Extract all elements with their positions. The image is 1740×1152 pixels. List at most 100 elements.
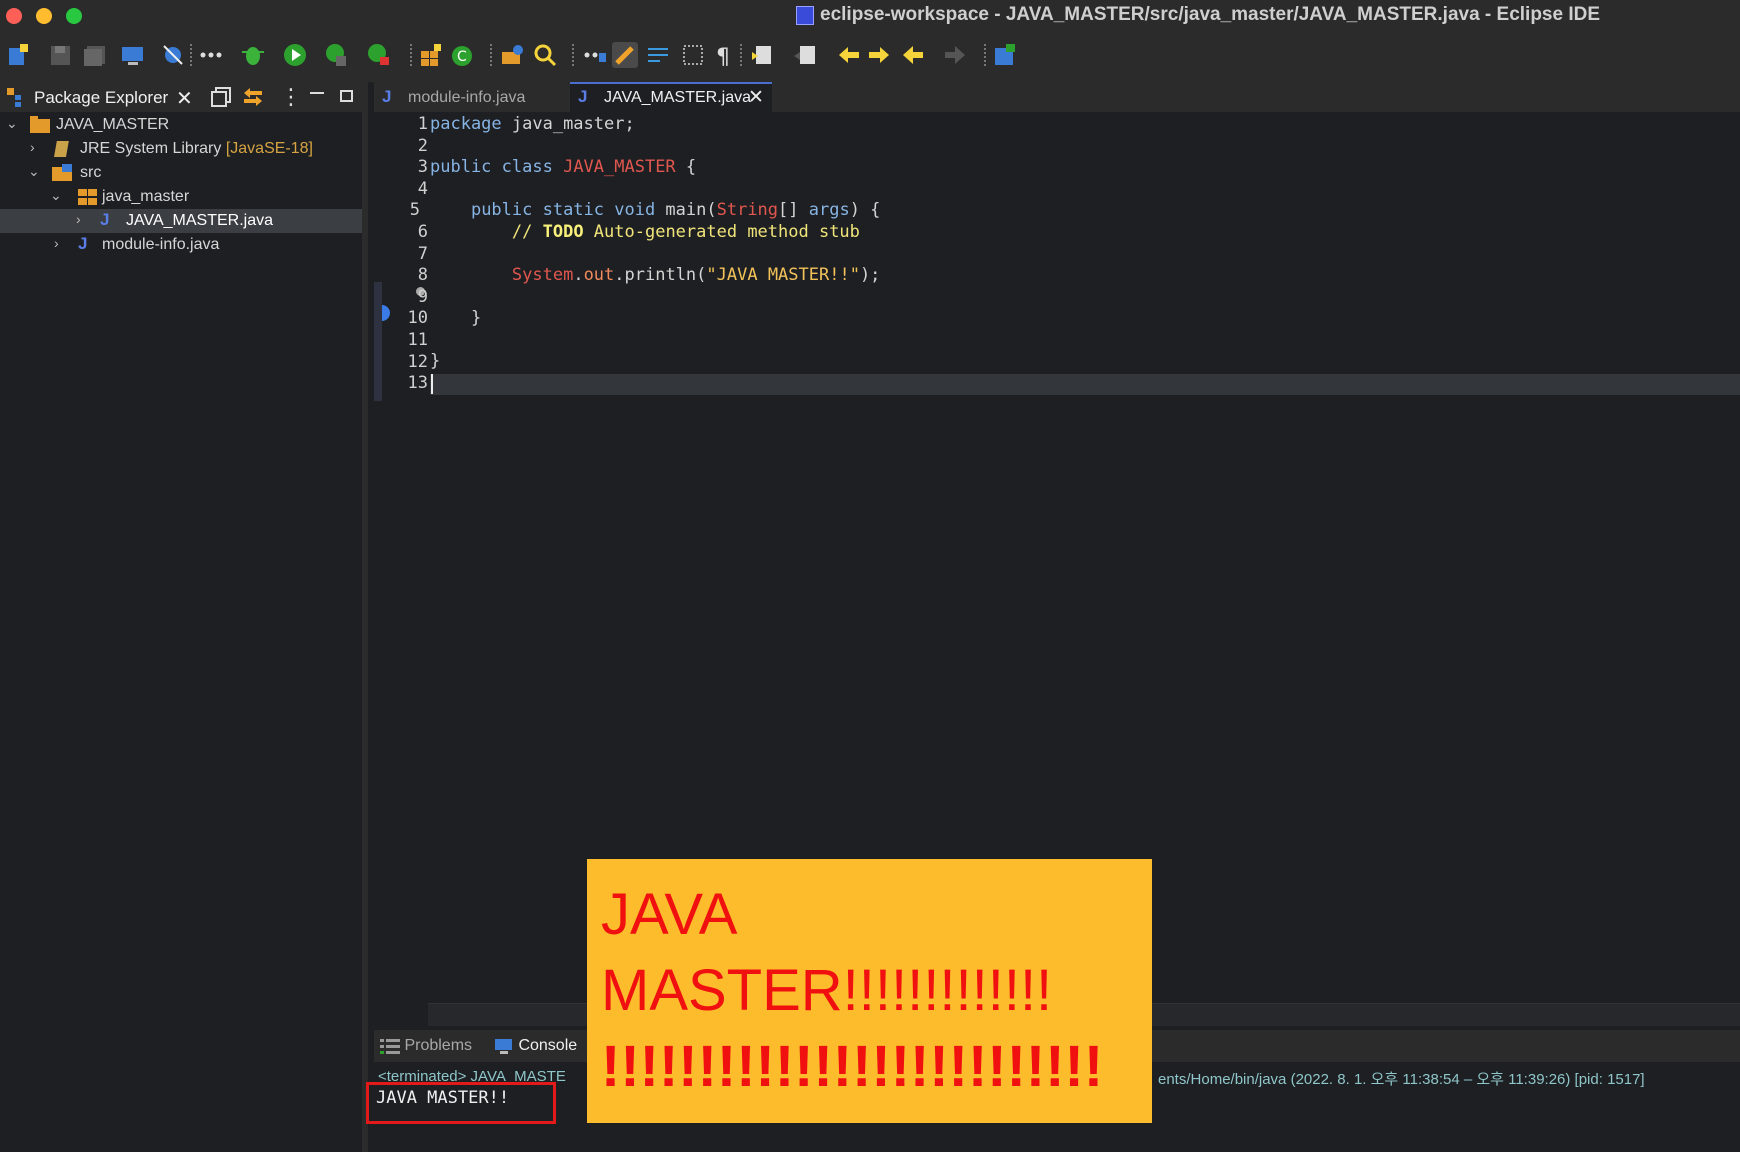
- code-line: public class JAVA_MASTER {: [430, 157, 697, 177]
- last-edit-icon[interactable]: [836, 42, 862, 68]
- title-bar: eclipse-workspace - JAVA_MASTER/src/java…: [0, 0, 1740, 30]
- close-window-button[interactable]: [6, 8, 22, 24]
- tab-console[interactable]: Console: [494, 1037, 577, 1055]
- package-explorer-icon: [6, 86, 28, 108]
- toolbar-separator: [740, 44, 744, 66]
- prev-annotation-icon[interactable]: [792, 42, 818, 68]
- tree-item-project[interactable]: ⌄ JAVA_MASTER: [0, 113, 362, 137]
- java-file-icon: J: [578, 87, 588, 106]
- tree-item-src[interactable]: ⌄ src: [0, 161, 362, 185]
- save-icon[interactable]: [48, 42, 74, 68]
- tree-item-java-master-file[interactable]: › J JAVA_MASTER.java: [0, 209, 362, 233]
- toolbar-separator: [984, 44, 988, 66]
- package-explorer-panel: Package Explorer ✕ ⋮ ⌄ JAVA_MASTER › JRE…: [0, 82, 368, 1152]
- open-type-icon[interactable]: [500, 42, 526, 68]
- next-edit-icon[interactable]: [866, 42, 892, 68]
- tab-label: JAVA_MASTER.java: [604, 89, 752, 106]
- tab-java-master[interactable]: J JAVA_MASTER.java ✕: [570, 82, 772, 112]
- tree-item-package[interactable]: ⌄ java_master: [0, 185, 362, 209]
- code-line: }: [430, 351, 441, 371]
- minimize-window-button[interactable]: [36, 8, 52, 24]
- highlight-icon[interactable]: [612, 42, 638, 68]
- toolbar-separator: [410, 44, 414, 66]
- tab-label: Problems: [404, 1037, 473, 1054]
- package-icon: [78, 188, 97, 205]
- line-number: 9: [417, 287, 428, 307]
- back-icon[interactable]: [900, 42, 926, 68]
- line-number: 7: [417, 244, 428, 264]
- close-icon[interactable]: ✕: [176, 86, 193, 111]
- code-line: public static void main(String[] args) {: [470, 200, 881, 220]
- debug-icon[interactable]: [240, 42, 266, 68]
- line-number: 10: [407, 308, 428, 328]
- chevron-down-icon[interactable]: ⌄: [50, 187, 62, 204]
- tab-problems[interactable]: Problems: [380, 1037, 472, 1055]
- chevron-right-icon[interactable]: ›: [76, 211, 81, 227]
- toggle-mark-icon[interactable]: [582, 42, 608, 68]
- line-number: 8: [417, 265, 428, 285]
- terminated-details: ents/Home/bin/java (2022. 8. 1. 오후 11:38…: [1158, 1071, 1645, 1088]
- link-with-editor-icon[interactable]: [242, 86, 264, 108]
- show-whitespace-icon[interactable]: ¶: [712, 42, 738, 70]
- tree-item-jre-library[interactable]: › JRE System Library [JavaSE-18]: [0, 137, 362, 161]
- tree-item-label: JRE System Library: [80, 140, 222, 157]
- library-icon: [54, 140, 72, 157]
- tree-item-label: module-info.java: [102, 236, 220, 253]
- fold-region-bar: [374, 282, 382, 401]
- package-explorer-tabbar: Package Explorer ✕ ⋮: [0, 82, 362, 112]
- line-number: 3: [417, 157, 428, 177]
- line-number: 6: [417, 222, 428, 242]
- view-menu-icon[interactable]: ⋮: [280, 84, 302, 110]
- main-toolbar: C ¶: [0, 30, 1740, 83]
- java-file-icon: J: [382, 87, 392, 106]
- source-folder-icon: [52, 164, 72, 181]
- collapse-all-icon[interactable]: [210, 86, 232, 108]
- tab-module-info[interactable]: J module-info.java: [374, 82, 570, 112]
- perspective-icon[interactable]: [992, 42, 1018, 68]
- new-java-package-icon[interactable]: [418, 42, 444, 68]
- maximize-icon[interactable]: [340, 90, 353, 102]
- annotation-icon[interactable]: [750, 42, 776, 68]
- svg-text:¶: ¶: [716, 45, 730, 68]
- code-line: // TODO Auto-generated method stub: [511, 222, 860, 242]
- chevron-right-icon[interactable]: ›: [30, 139, 35, 155]
- line-number: 5: [409, 200, 420, 220]
- new-icon[interactable]: [6, 42, 32, 68]
- line-number: 1: [417, 114, 428, 134]
- eclipse-app-icon: [796, 6, 814, 25]
- forward-icon[interactable]: [942, 42, 968, 68]
- zoom-window-button[interactable]: [66, 8, 82, 24]
- annotation-overlay: JAVA MASTER!!!!!!!!!!!!! !!!!!!!!!!!!!!!…: [587, 859, 1152, 1123]
- highlight-box: [366, 1082, 556, 1124]
- java-file-icon: J: [78, 234, 88, 253]
- new-class-icon[interactable]: C: [450, 42, 476, 68]
- terminal-icon[interactable]: [120, 42, 146, 68]
- chevron-down-icon[interactable]: ⌄: [28, 163, 40, 180]
- code-line: package java_master;: [430, 114, 635, 134]
- coverage-icon[interactable]: [324, 42, 350, 68]
- line-number: 12: [407, 352, 428, 372]
- chevron-right-icon[interactable]: ›: [54, 235, 59, 251]
- skip-breakpoints-icon[interactable]: [160, 42, 186, 68]
- line-number: 13: [407, 373, 428, 393]
- project-folder-icon: [30, 116, 50, 133]
- package-explorer-tab[interactable]: Package Explorer: [34, 88, 168, 108]
- block-select-icon[interactable]: [680, 42, 706, 68]
- chevron-down-icon[interactable]: ⌄: [6, 115, 18, 132]
- minimize-icon[interactable]: [310, 92, 324, 94]
- word-wrap-icon[interactable]: [646, 42, 672, 68]
- overlay-line: !!!!!!!!!!!!!!!!!!!!!!!!!!: [601, 1034, 1104, 1099]
- tree-item-module-info[interactable]: › J module-info.java: [0, 233, 362, 257]
- more-icon[interactable]: [198, 42, 224, 68]
- external-tools-icon[interactable]: [366, 42, 392, 68]
- run-icon[interactable]: [282, 42, 308, 68]
- tab-label: module-info.java: [408, 89, 526, 106]
- close-icon[interactable]: ✕: [748, 86, 764, 109]
- line-number: 4: [417, 179, 428, 199]
- toolbar-separator: [190, 44, 194, 66]
- toolbar-separator: [490, 44, 494, 66]
- line-number: 11: [407, 330, 428, 350]
- save-all-icon[interactable]: [82, 42, 108, 68]
- line-number: 2: [417, 136, 428, 156]
- search-icon[interactable]: [532, 42, 558, 68]
